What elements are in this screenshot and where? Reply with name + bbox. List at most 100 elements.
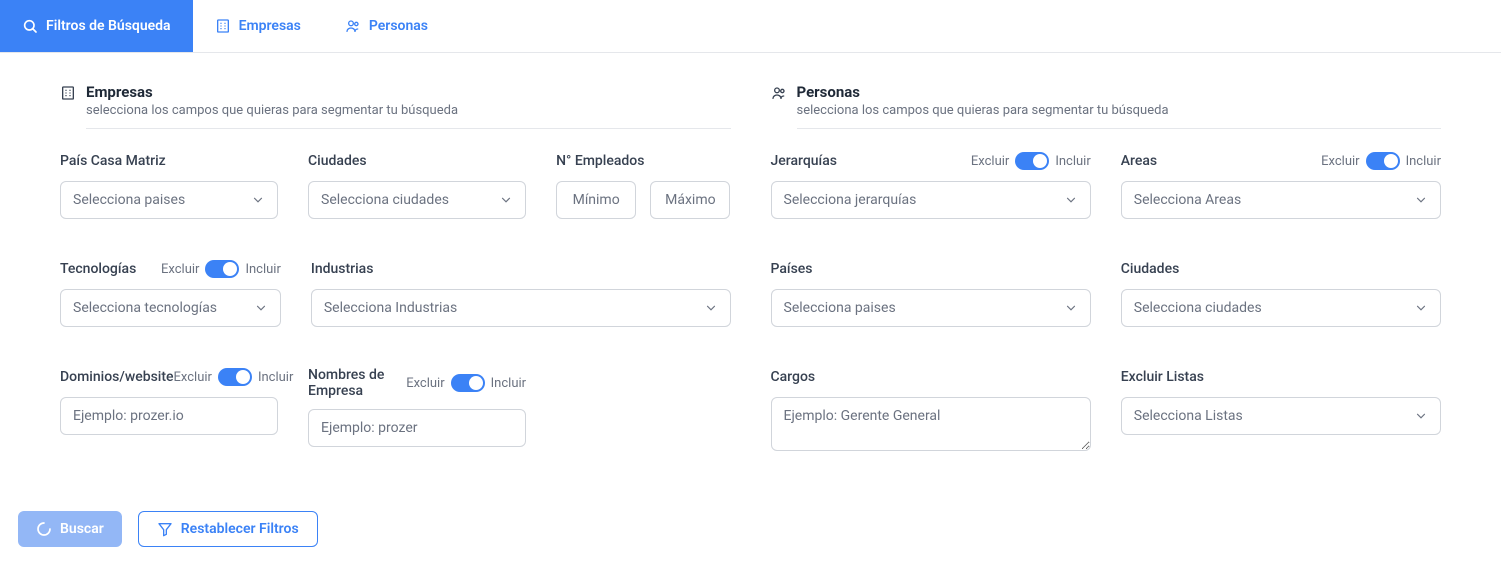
select-placeholder: Selecciona tecnologías: [73, 300, 217, 316]
chevron-down-icon: [1064, 193, 1078, 207]
field-nombres-empresa: Nombres de Empresa Excluir Incluir: [308, 367, 526, 447]
field-label: Ciudades: [1121, 261, 1180, 277]
chevron-down-icon: [1414, 409, 1428, 423]
field-label: Ciudades: [308, 153, 367, 169]
section-subtitle: selecciona los campos que quieras para s…: [86, 103, 458, 118]
field-ciudades-personas: Ciudades Selecciona ciudades: [1121, 259, 1441, 327]
divider: [797, 128, 1442, 129]
field-label: Tecnologías: [60, 261, 136, 277]
users-icon: [771, 85, 787, 101]
chevron-down-icon: [1414, 193, 1428, 207]
toggle-dominios[interactable]: Excluir Incluir: [174, 368, 294, 386]
select-industrias[interactable]: Selecciona Industrias: [311, 289, 731, 327]
tab-personas[interactable]: Personas: [323, 0, 450, 52]
chevron-down-icon: [704, 301, 718, 315]
input-nombres-empresa[interactable]: [308, 409, 526, 447]
toggle-label-incluir: Incluir: [1055, 154, 1090, 169]
field-areas: Areas Excluir Incluir Selecciona Areas: [1121, 151, 1441, 219]
toggle-switch[interactable]: [218, 368, 252, 386]
field-label: Cargos: [771, 369, 816, 385]
field-n-empleados: N° Empleados: [556, 151, 730, 219]
select-placeholder: Selecciona Industrias: [324, 300, 457, 316]
field-jerarquias: Jerarquías Excluir Incluir Selecciona je…: [771, 151, 1091, 219]
tab-label: Personas: [369, 18, 428, 34]
field-cargos: Cargos: [771, 367, 1091, 451]
select-areas[interactable]: Selecciona Areas: [1121, 181, 1441, 219]
tab-bar: Filtros de Búsqueda Empresas Personas: [0, 0, 1501, 53]
toggle-switch[interactable]: [205, 260, 239, 278]
footer: Buscar Restablecer Filtros: [0, 471, 1501, 567]
toggle-label-incluir: Incluir: [245, 262, 280, 277]
section-header-personas: Personas selecciona los campos que quier…: [771, 83, 1442, 118]
select-placeholder: Selecciona ciudades: [1134, 300, 1262, 316]
toggle-tecnologias[interactable]: Excluir Incluir: [161, 260, 281, 278]
field-tecnologias: Tecnologías Excluir Incluir Selecciona t…: [60, 259, 281, 327]
section-subtitle: selecciona los campos que quieras para s…: [797, 103, 1169, 118]
divider: [86, 128, 731, 129]
tab-label: Filtros de Búsqueda: [46, 18, 171, 34]
select-paises-personas[interactable]: Selecciona paises: [771, 289, 1091, 327]
building-icon: [215, 18, 231, 34]
select-listas[interactable]: Selecciona Listas: [1121, 397, 1441, 435]
toggle-label-incluir: Incluir: [1406, 154, 1441, 169]
toggle-label-excluir: Excluir: [174, 370, 212, 385]
field-label: Dominios/website: [60, 369, 174, 385]
chevron-down-icon: [499, 193, 513, 207]
select-placeholder: Selecciona paises: [73, 192, 185, 208]
restablecer-button[interactable]: Restablecer Filtros: [138, 511, 318, 547]
field-pais-casa-matriz: País Casa Matriz Selecciona paises: [60, 151, 278, 219]
toggle-label-excluir: Excluir: [406, 376, 444, 391]
select-jerarquias[interactable]: Selecciona jerarquías: [771, 181, 1091, 219]
toggle-switch[interactable]: [1366, 152, 1400, 170]
toggle-switch[interactable]: [1015, 152, 1049, 170]
select-tecnologias[interactable]: Selecciona tecnologías: [60, 289, 281, 327]
filter-icon: [157, 521, 173, 537]
select-placeholder: Selecciona ciudades: [321, 192, 449, 208]
loading-icon: [36, 521, 52, 537]
chevron-down-icon: [254, 301, 268, 315]
search-icon: [22, 18, 38, 34]
toggle-jerarquias[interactable]: Excluir Incluir: [971, 152, 1091, 170]
building-icon: [60, 85, 76, 101]
field-label: Países: [771, 261, 813, 277]
buscar-button[interactable]: Buscar: [18, 511, 122, 547]
section-title: Empresas: [86, 83, 458, 101]
toggle-label-excluir: Excluir: [161, 262, 199, 277]
toggle-label-excluir: Excluir: [971, 154, 1009, 169]
personas-column: Personas selecciona los campos que quier…: [771, 83, 1442, 451]
select-placeholder: Selecciona paises: [784, 300, 896, 316]
field-label: País Casa Matriz: [60, 153, 166, 169]
input-minimo[interactable]: [556, 181, 636, 219]
field-label: Areas: [1121, 153, 1157, 169]
chevron-down-icon: [1414, 301, 1428, 315]
field-label: Jerarquías: [771, 153, 837, 169]
select-placeholder: Selecciona Listas: [1134, 408, 1243, 424]
tab-empresas[interactable]: Empresas: [193, 0, 323, 52]
section-header-empresas: Empresas selecciona los campos que quier…: [60, 83, 731, 118]
field-label: Excluir Listas: [1121, 369, 1204, 385]
field-label: Industrias: [311, 261, 374, 277]
users-icon: [345, 18, 361, 34]
toggle-nombres-empresa[interactable]: Excluir Incluir: [406, 374, 526, 392]
button-label: Restablecer Filtros: [181, 521, 299, 537]
field-industrias: Industrias Selecciona Industrias: [311, 259, 731, 327]
field-paises-personas: Países Selecciona paises: [771, 259, 1091, 327]
select-ciudades[interactable]: Selecciona ciudades: [308, 181, 526, 219]
toggle-label-excluir: Excluir: [1321, 154, 1359, 169]
toggle-switch[interactable]: [451, 374, 485, 392]
select-placeholder: Selecciona jerarquías: [784, 192, 917, 208]
chevron-down-icon: [1064, 301, 1078, 315]
textarea-cargos[interactable]: [771, 397, 1091, 451]
toggle-areas[interactable]: Excluir Incluir: [1321, 152, 1441, 170]
toggle-label-incluir: Incluir: [258, 370, 293, 385]
toggle-label-incluir: Incluir: [491, 376, 526, 391]
select-paises[interactable]: Selecciona paises: [60, 181, 278, 219]
field-excluir-listas: Excluir Listas Selecciona Listas: [1121, 367, 1441, 451]
content: Empresas selecciona los campos que quier…: [0, 53, 1501, 471]
input-dominios[interactable]: [60, 397, 278, 435]
field-dominios: Dominios/website Excluir Incluir: [60, 367, 278, 447]
input-maximo[interactable]: [650, 181, 730, 219]
select-ciudades-personas[interactable]: Selecciona ciudades: [1121, 289, 1441, 327]
select-placeholder: Selecciona Areas: [1134, 192, 1241, 208]
tab-filtros[interactable]: Filtros de Búsqueda: [0, 0, 193, 52]
